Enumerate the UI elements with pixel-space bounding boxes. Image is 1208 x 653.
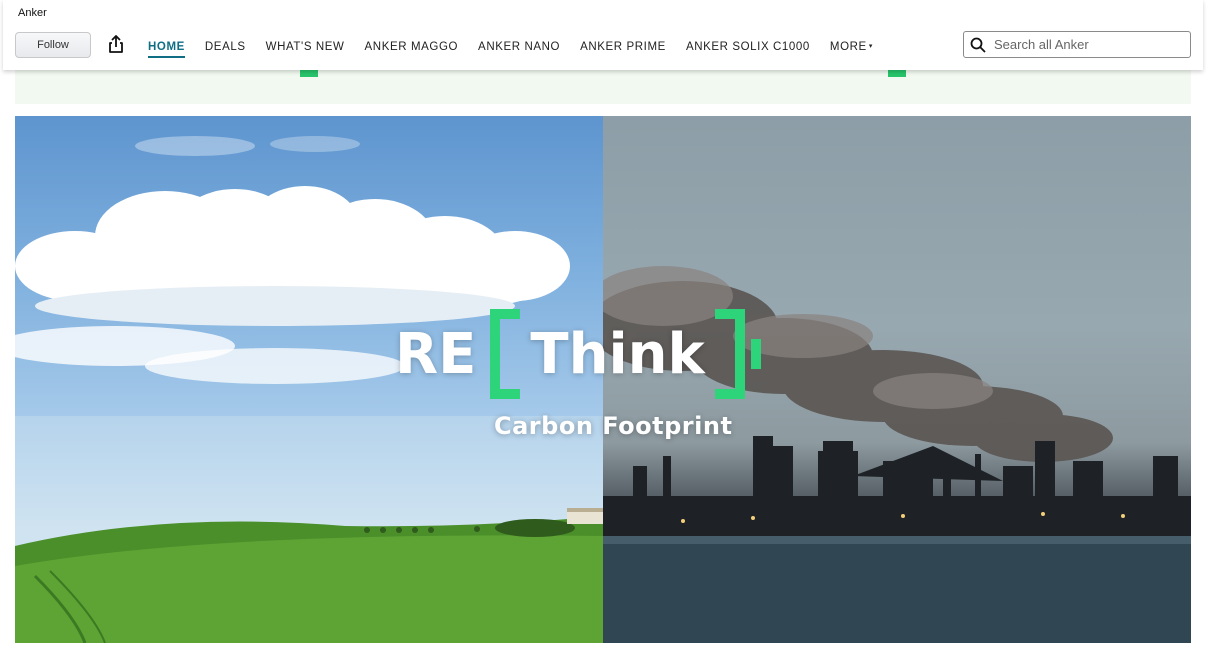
- hero-title-prefix: RE: [395, 321, 477, 387]
- store-header: Anker Follow HOME DEALS WHAT'S NEW ANKER…: [3, 0, 1203, 70]
- follow-button[interactable]: Follow: [15, 32, 91, 58]
- bracket-mark-left: [300, 70, 318, 77]
- store-name: Anker: [18, 7, 47, 19]
- nav-anker-nano[interactable]: ANKER NANO: [478, 41, 560, 53]
- store-search[interactable]: [963, 31, 1191, 58]
- nav-more-label: MORE: [829, 41, 867, 53]
- store-nav: HOME DEALS WHAT'S NEW ANKER MAGGO ANKER …: [148, 38, 893, 58]
- bracket-mark-right: [888, 70, 906, 77]
- hero-banner[interactable]: RE Think Carbon Footprint: [15, 116, 1191, 643]
- nav-deals[interactable]: DEALS: [205, 41, 246, 53]
- search-input[interactable]: [992, 36, 1182, 53]
- share-icon[interactable]: [107, 34, 125, 54]
- nav-anker-maggo[interactable]: ANKER MAGGO: [365, 41, 459, 53]
- bracket-left-icon: [490, 309, 521, 399]
- bracket-right-icon: [714, 309, 745, 399]
- hero-title-word: Think: [530, 321, 705, 387]
- search-icon: [970, 37, 986, 53]
- nav-anker-prime[interactable]: ANKER PRIME: [580, 41, 666, 53]
- nav-anker-solix-c1000[interactable]: ANKER SOLIX C1000: [686, 41, 810, 53]
- hero-subtitle: Carbon Footprint: [494, 412, 733, 440]
- nav-home[interactable]: HOME: [148, 41, 185, 58]
- nav-more-dropdown[interactable]: MORE ▾: [830, 41, 873, 53]
- promo-strip: [15, 70, 1191, 104]
- store-page: Anker Follow HOME DEALS WHAT'S NEW ANKER…: [0, 0, 1208, 653]
- hero-title: RE Think: [395, 308, 761, 400]
- caret-down-icon: ▾: [868, 43, 873, 50]
- bracket-tail-icon: [750, 339, 761, 369]
- nav-whats-new[interactable]: WHAT'S NEW: [266, 41, 345, 53]
